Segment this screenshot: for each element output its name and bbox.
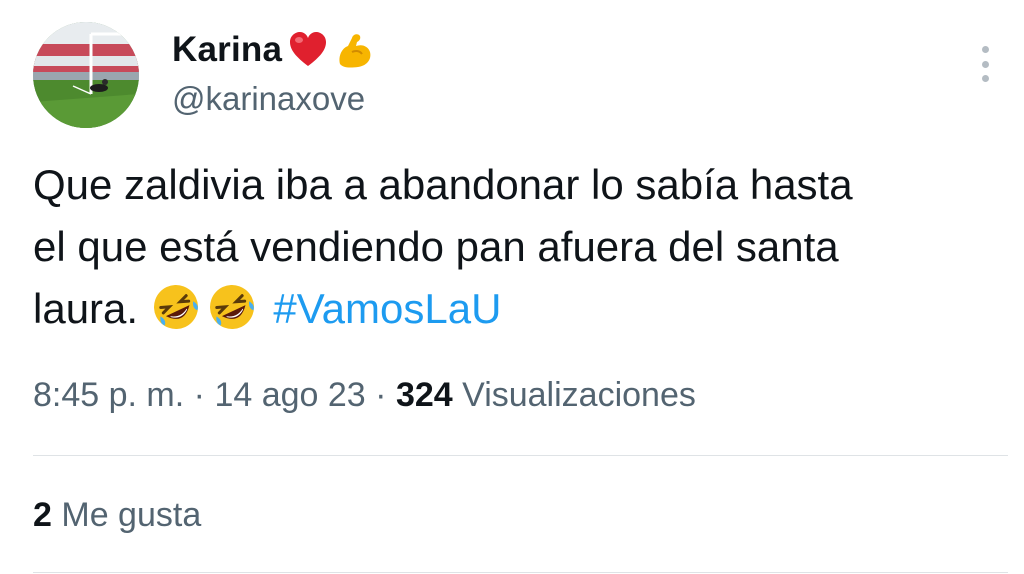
tweet-text-segment: laura. xyxy=(33,285,139,332)
rolling-on-floor-laughing-icon xyxy=(206,281,258,333)
meta-separator: · xyxy=(193,376,205,414)
more-dot-icon xyxy=(981,75,989,82)
tweet-text: Que zaldivia iba a abandonar lo sabía ha… xyxy=(33,154,1008,340)
divider xyxy=(33,572,1008,573)
likes-link[interactable]: 2 Me gusta xyxy=(33,496,201,535)
tweet-text-line: Que zaldivia iba a abandonar lo sabía ha… xyxy=(33,161,853,208)
divider xyxy=(33,455,1008,456)
tweet-text-line: el que está vendiendo pan afuera del san… xyxy=(33,223,839,270)
avatar[interactable] xyxy=(33,22,139,128)
more-options-button[interactable] xyxy=(968,44,1002,84)
author-name-row[interactable]: Karina xyxy=(172,26,374,74)
hashtag-link[interactable]: #VamosLaU xyxy=(273,285,501,332)
tweet-text-line: laura. #VamosLaU xyxy=(33,278,1008,340)
tweet-date[interactable]: 14 ago 23 xyxy=(214,376,365,414)
soccer-field-avatar-icon xyxy=(33,22,139,128)
flexed-biceps-icon xyxy=(334,30,374,70)
tweet: Karina @karinaxove Que zaldivia iba a ab… xyxy=(0,0,1024,574)
views-label: Visualizaciones xyxy=(462,376,696,414)
likes-count: 2 xyxy=(33,496,52,534)
views-count: 324 xyxy=(395,376,453,414)
rolling-on-floor-laughing-icon xyxy=(150,281,202,333)
display-name[interactable]: Karina xyxy=(172,30,282,70)
tweet-time[interactable]: 8:45 p. m. xyxy=(33,376,184,414)
tweet-metadata: 8:45 p. m. · 14 ago 23 · 324 Visualizaci… xyxy=(33,376,696,415)
more-dot-icon xyxy=(981,60,989,68)
more-dot-icon xyxy=(981,46,989,53)
red-heart-icon xyxy=(288,30,328,70)
author-handle[interactable]: @karinaxove xyxy=(172,80,365,118)
meta-separator: · xyxy=(375,376,387,414)
likes-label: Me gusta xyxy=(61,496,202,534)
